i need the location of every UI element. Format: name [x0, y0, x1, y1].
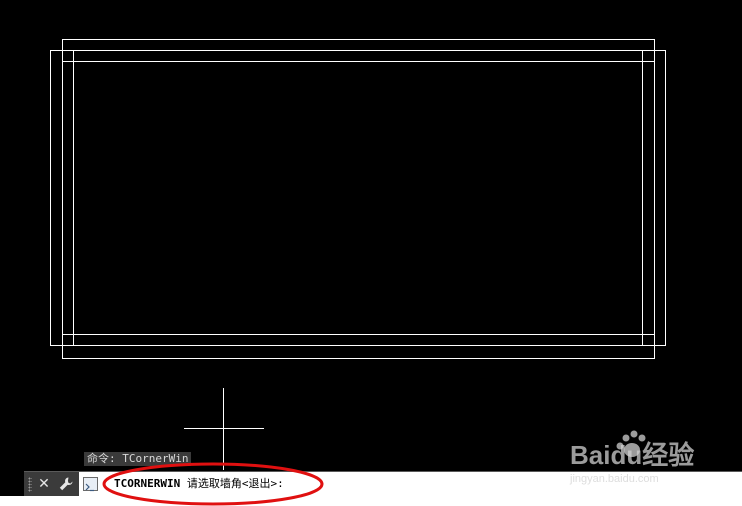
drawing-canvas[interactable]: 命令: TCornerWin ✕ TCORNERWIN 请选取墙角<退出>: B…: [0, 0, 742, 506]
corner-block-top-left: [62, 50, 74, 62]
window-outline-outer-horizontal: [62, 39, 655, 359]
command-prompt-text: TCORNERWIN 请选取墙角<退出>:: [114, 477, 284, 491]
wrench-icon[interactable]: [57, 475, 75, 493]
corner-block-bottom-left: [62, 334, 74, 346]
drag-grip-handle[interactable]: [28, 477, 32, 492]
status-strip: [0, 496, 742, 506]
corner-block-top-right: [642, 50, 655, 62]
command-input-field[interactable]: TCORNERWIN 请选取墙角<退出>:: [79, 472, 742, 497]
drawing-geometry: [50, 39, 666, 470]
command-line-bar: ✕ TCORNERWIN 请选取墙角<退出>:: [24, 471, 742, 497]
corner-block-bottom-right: [642, 334, 655, 346]
command-history-line: 命令: TCornerWin: [84, 452, 192, 466]
window-outline-outer-vertical: [50, 50, 666, 346]
command-name: TCORNERWIN: [114, 477, 181, 490]
close-icon[interactable]: ✕: [35, 475, 53, 493]
command-prompt-icon: [83, 477, 98, 492]
command-prompt-message: 请选取墙角<退出>:: [186, 477, 284, 490]
window-outline-inner: [73, 61, 643, 335]
